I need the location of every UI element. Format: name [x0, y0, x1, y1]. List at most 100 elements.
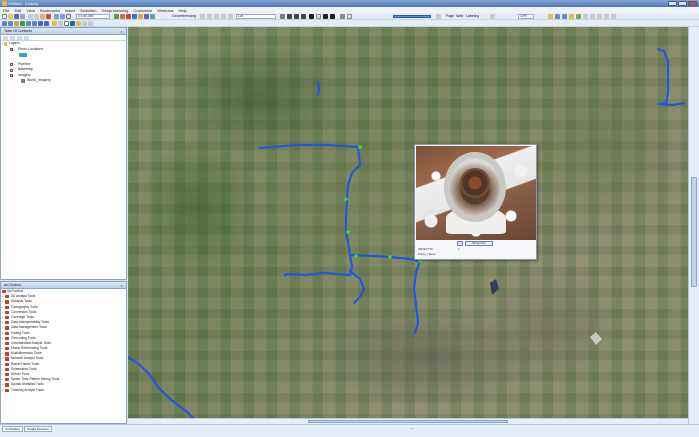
measure-icon[interactable]: [583, 14, 588, 19]
label-manager-icon[interactable]: [490, 14, 495, 19]
catalog-icon[interactable]: [132, 14, 137, 19]
create-features-dock-tab[interactable]: Create Features: [24, 426, 52, 432]
forward-icon[interactable]: [44, 21, 49, 26]
layer-checkbox[interactable]: [10, 68, 13, 72]
save-icon[interactable]: [14, 14, 19, 19]
pipeline-northeast[interactable]: [656, 47, 686, 107]
maximize-button[interactable]: [678, 1, 687, 6]
go-to-xy-icon[interactable]: [88, 21, 93, 26]
scrollbar-thumb[interactable]: [691, 177, 697, 287]
arctoolbox-close-icon[interactable]: ×: [119, 283, 124, 288]
menu-edit[interactable]: Edit: [14, 8, 21, 13]
list-by-drawing-order-tab[interactable]: [3, 36, 8, 40]
menu-insert[interactable]: Insert: [65, 8, 75, 13]
effects-icon[interactable]: [436, 14, 441, 19]
pipeline-node[interactable]: [358, 145, 362, 149]
html-popup-icon[interactable]: [76, 21, 81, 26]
size-field[interactable]: 10%: [518, 14, 534, 19]
redo-icon[interactable]: [60, 14, 65, 19]
layer-checkbox[interactable]: [10, 63, 13, 66]
add-control-points-icon[interactable]: [221, 14, 226, 19]
zoom-to-icon[interactable]: [457, 241, 463, 246]
new-map-icon[interactable]: [2, 14, 7, 19]
pipeline-west-edge[interactable]: [128, 355, 200, 424]
undo-icon[interactable]: [54, 14, 59, 19]
add-data-icon[interactable]: [66, 14, 71, 19]
georef-layer-icon[interactable]: [200, 14, 205, 19]
pipeline-small-north[interactable]: [316, 80, 321, 97]
toolbox-item[interactable]: + Tracking Analyst Tools: [1, 388, 126, 393]
menu-file[interactable]: File: [3, 8, 9, 13]
italic-icon[interactable]: [294, 14, 299, 19]
editor-icon[interactable]: [114, 14, 119, 19]
show-info-button[interactable]: Show Info: [465, 241, 493, 246]
font-size-icon[interactable]: [280, 14, 285, 19]
layer-checkbox[interactable]: [10, 74, 13, 77]
back-icon[interactable]: [38, 21, 43, 26]
delete-icon[interactable]: [46, 14, 51, 19]
hyperlink-icon[interactable]: [576, 14, 581, 19]
pipeline-node[interactable]: [354, 254, 358, 258]
layout-icon[interactable]: [555, 14, 560, 19]
layer-checkbox[interactable]: [10, 48, 13, 51]
route-icon[interactable]: [597, 14, 602, 19]
toc-close-icon[interactable]: ×: [119, 29, 124, 34]
select-elements-icon[interactable]: [64, 21, 69, 26]
html-popup-window[interactable]: Show Info OBJECTID 1 Photo_Name ...: [414, 144, 537, 260]
list-by-source-tab[interactable]: [10, 36, 15, 40]
info-icon[interactable]: [70, 21, 75, 26]
modelbuilder-icon[interactable]: [150, 14, 155, 19]
pipeline-branch-south[interactable]: [348, 269, 366, 305]
toc-icon[interactable]: [120, 14, 125, 19]
fixed-zoom-in-icon[interactable]: [26, 21, 31, 26]
line-color-icon[interactable]: [323, 14, 328, 19]
menu-customize[interactable]: Customize: [133, 8, 152, 13]
close-button[interactable]: [688, 1, 697, 6]
pipeline-main[interactable]: [258, 143, 362, 277]
full-extent-icon[interactable]: [20, 21, 25, 26]
python-icon[interactable]: [144, 14, 149, 19]
paste-icon[interactable]: [40, 14, 45, 19]
arctoolbox-icon[interactable]: [126, 14, 131, 19]
cut-icon[interactable]: [28, 14, 33, 19]
rotate-icon[interactable]: [207, 14, 212, 19]
measure-tool-icon[interactable]: [82, 21, 87, 26]
select-features-icon[interactable]: [52, 21, 57, 26]
marker-color-icon[interactable]: [330, 14, 335, 19]
layer-dropdown[interactable]: Lot: [236, 14, 276, 19]
shift-icon[interactable]: [214, 14, 219, 19]
menu-bookmarks[interactable]: Bookmarks: [40, 8, 60, 13]
list-by-selection-tab[interactable]: [24, 36, 29, 40]
transparency-slider[interactable]: [393, 15, 431, 18]
map-scale-field[interactable]: 1:144,384: [76, 14, 110, 19]
menu-geoprocessing[interactable]: Geoprocessing: [101, 8, 128, 13]
expand-icon[interactable]: +: [2, 388, 4, 393]
menu-windows[interactable]: Windows: [157, 8, 173, 13]
tools-icon[interactable]: [562, 14, 567, 19]
fill-color-icon[interactable]: [316, 14, 321, 19]
pipeline-node[interactable]: [346, 230, 350, 234]
copy-icon[interactable]: [34, 14, 39, 19]
bold-icon[interactable]: [287, 14, 292, 19]
print-icon[interactable]: [20, 14, 25, 19]
map-vertical-scrollbar[interactable]: [688, 27, 699, 424]
open-icon[interactable]: [8, 14, 13, 19]
link-table-icon[interactable]: [228, 14, 233, 19]
search-icon[interactable]: [138, 14, 143, 19]
scrollbar-thumb[interactable]: [308, 420, 508, 423]
zoom-in-icon[interactable]: [2, 21, 7, 26]
find-icon[interactable]: [590, 14, 595, 19]
new-text-icon[interactable]: [340, 14, 345, 19]
fixed-zoom-out-icon[interactable]: [32, 21, 37, 26]
map-view[interactable]: [128, 27, 688, 424]
draw-rectangle-icon[interactable]: [347, 14, 352, 19]
clear-selection-icon[interactable]: [58, 21, 63, 26]
pin-icon[interactable]: [548, 14, 553, 19]
menu-view[interactable]: View: [26, 8, 35, 13]
menu-selection[interactable]: Selection: [80, 8, 96, 13]
pipeline-node[interactable]: [388, 255, 392, 259]
font-color-icon[interactable]: [309, 14, 314, 19]
identify-icon[interactable]: [569, 14, 574, 19]
pipeline-node[interactable]: [344, 197, 348, 201]
pan-icon[interactable]: [14, 21, 19, 26]
